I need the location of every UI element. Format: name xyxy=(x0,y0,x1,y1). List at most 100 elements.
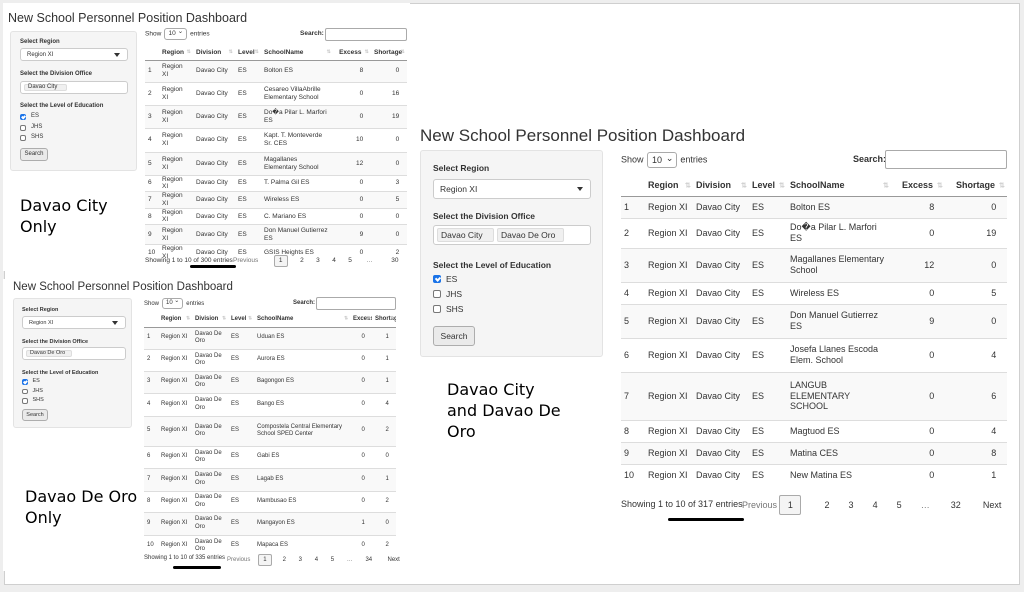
column-header-excess[interactable]: Excess ⇅ xyxy=(350,312,372,328)
page-button[interactable]: 4 xyxy=(873,496,878,516)
column-header-region[interactable]: Region ⇅ xyxy=(159,45,193,61)
level-option-jhs[interactable]: JHS xyxy=(22,388,102,394)
page-length-select[interactable]: 10 ⌄ xyxy=(162,298,184,309)
division-chip[interactable]: Davao De Oro xyxy=(497,228,564,242)
checkbox-shs[interactable] xyxy=(433,305,441,313)
region-select[interactable]: Region XI xyxy=(433,179,591,199)
table-row[interactable]: 2 Region XI Davao De Oro ES Aurora ES 0 1 xyxy=(144,348,396,371)
table-row[interactable]: 4 Region XI Davao City ES Wireless ES 0 5 xyxy=(621,281,1007,304)
page-button[interactable]: 2 xyxy=(824,496,829,516)
next-page-button[interactable]: Next xyxy=(388,555,400,567)
column-header-region[interactable]: Region ⇅ xyxy=(645,174,693,197)
table-row[interactable]: 4 Region XI Davao City ES Kapt. T. Monteverd… xyxy=(145,127,407,152)
table-row[interactable]: 2 Region XI Davao City ES Cesareo VillaAbril… xyxy=(145,81,407,105)
column-header-schoolname[interactable]: SchoolName ⇅ xyxy=(254,312,350,328)
next-page-button[interactable]: Next xyxy=(983,496,1002,516)
search-button[interactable]: Search xyxy=(433,326,475,346)
table-row[interactable]: 9 Region XI Davao City ES Don Manuel Gutierr… xyxy=(145,224,407,245)
checkbox-shs[interactable] xyxy=(20,135,26,141)
table-row[interactable]: 5 Region XI Davao De Oro ES Compostela Centr… xyxy=(144,415,396,446)
table-row[interactable]: 1 Region XI Davao De Oro ES Uduan ES 0 1 xyxy=(144,326,396,349)
page-length-select[interactable]: 10 ⌄ xyxy=(646,152,678,169)
table-row[interactable]: 6 Region XI Davao City ES Josefa Llanes Esco… xyxy=(621,337,1007,372)
page-button[interactable]: 4 xyxy=(332,256,336,268)
division-chip[interactable]: Davao City xyxy=(24,84,67,91)
table-row[interactable]: 1 Region XI Davao City ES Bolton ES 8 0 xyxy=(621,195,1007,218)
checkbox-es[interactable] xyxy=(22,379,28,385)
search-input[interactable] xyxy=(885,150,1007,169)
region-select[interactable]: Region XI xyxy=(20,48,128,61)
checkbox-jhs[interactable] xyxy=(433,290,441,298)
page-length-select[interactable]: 10 ⌄ xyxy=(164,28,188,40)
table-row[interactable]: 9 Region XI Davao City ES Matina CES 0 8 xyxy=(621,441,1007,464)
page-button[interactable]: 34 xyxy=(365,555,372,567)
table-row[interactable]: 8 Region XI Davao De Oro ES Mambusao ES 0 2 xyxy=(144,490,396,512)
table-row[interactable]: 8 Region XI Davao City ES Magtuod ES 0 4 xyxy=(621,419,1007,442)
table-row[interactable]: 3 Region XI Davao City ES Do�a Pilar L. Marf… xyxy=(145,104,407,128)
page-button[interactable]: 1 xyxy=(257,554,272,566)
page-button[interactable]: 1 xyxy=(779,495,802,515)
table-row[interactable]: 5 Region XI Davao City ES Magallanes Element… xyxy=(145,151,407,175)
level-option-es[interactable]: ES xyxy=(433,274,513,284)
page-button[interactable]: 5 xyxy=(348,256,352,268)
page-button[interactable]: 3 xyxy=(849,496,854,516)
search-button[interactable]: Search xyxy=(22,409,48,421)
column-header-division[interactable]: Division ⇅ xyxy=(192,312,228,328)
table-row[interactable]: 10 Region XI Davao City ES New Matina ES 0 1 xyxy=(621,463,1007,486)
table-row[interactable]: 1 Region XI Davao City ES Bolton ES 8 0 xyxy=(145,59,407,82)
previous-page-button[interactable]: Previous xyxy=(227,555,250,567)
page-button[interactable]: 5 xyxy=(897,496,902,516)
table-row[interactable]: 7 Region XI Davao De Oro ES Lagab ES 0 1 xyxy=(144,467,396,491)
page-button[interactable]: 2 xyxy=(283,555,286,567)
table-row[interactable]: 2 Region XI Davao City ES Do�a Pilar L. Marf… xyxy=(621,217,1007,248)
table-row[interactable]: 10 Region XI Davao De Oro ES Mapaca ES 0 2 xyxy=(144,534,396,556)
page-button[interactable]: 3 xyxy=(316,256,320,268)
level-option-shs[interactable]: SHS xyxy=(433,304,513,314)
page-button[interactable]: 2 xyxy=(300,256,304,268)
level-option-shs[interactable]: SHS xyxy=(22,397,102,404)
column-header-shortage[interactable]: Shortage⇅ xyxy=(372,312,396,328)
previous-page-button[interactable]: Previous xyxy=(742,496,777,516)
level-option-es[interactable]: ES xyxy=(22,378,102,385)
checkbox-es[interactable] xyxy=(433,275,441,283)
table-row[interactable]: 3 Region XI Davao De Oro ES Bagongon ES 0 1 xyxy=(144,370,396,393)
table-row[interactable]: 9 Region XI Davao De Oro ES Mangayon ES 1 0 xyxy=(144,511,396,535)
table-row[interactable]: 5 Region XI Davao City ES Don Manuel Gutierr… xyxy=(621,303,1007,338)
level-option-jhs[interactable]: JHS xyxy=(20,124,100,131)
checkbox-es[interactable] xyxy=(20,114,26,120)
checkbox-jhs[interactable] xyxy=(20,124,26,131)
table-row[interactable]: 8 Region XI Davao City ES C. Mariano ES 0 0 xyxy=(145,207,407,225)
column-header-excess[interactable]: Excess ⇅ xyxy=(333,45,371,61)
search-input[interactable] xyxy=(316,297,396,310)
checkbox-jhs[interactable] xyxy=(22,388,28,394)
page-button[interactable]: 32 xyxy=(951,496,961,516)
division-chip[interactable]: Davao De Oro xyxy=(26,350,72,357)
column-header-shortage[interactable]: Shortage⇅ xyxy=(371,45,407,61)
page-button[interactable]: 5 xyxy=(331,555,334,567)
table-row[interactable]: 6 Region XI Davao City ES T. Palma Gil ES 0 3 xyxy=(145,174,407,192)
column-header-schoolname[interactable]: SchoolName ⇅ xyxy=(787,174,891,197)
column-header-region[interactable]: Region ⇅ xyxy=(158,312,192,328)
checkbox-shs[interactable] xyxy=(22,398,28,404)
page-button[interactable]: 4 xyxy=(315,555,318,567)
table-row[interactable]: 7 Region XI Davao City ES LANGUB ELEMENTARY … xyxy=(621,371,1007,420)
level-option-shs[interactable]: SHS xyxy=(20,134,100,141)
table-row[interactable]: 6 Region XI Davao De Oro ES Gabi ES 0 0 xyxy=(144,445,396,468)
table-row[interactable]: 4 Region XI Davao De Oro ES Bango ES 0 4 xyxy=(144,392,396,416)
table-row[interactable]: 3 Region XI Davao City ES Magallanes Element… xyxy=(621,247,1007,282)
column-header-schoolname[interactable]: SchoolName ⇅ xyxy=(261,45,333,61)
region-select[interactable]: Region XI xyxy=(22,316,126,329)
column-header-level[interactable]: Level ⇅ xyxy=(235,45,261,61)
search-input[interactable] xyxy=(325,28,407,41)
division-multiselect[interactable]: Davao City Davao De Oro xyxy=(433,225,591,245)
division-multiselect[interactable]: Davao City xyxy=(20,81,128,94)
column-header-shortage[interactable]: Shortage⇅ xyxy=(945,174,1007,197)
level-option-jhs[interactable]: JHS xyxy=(433,289,513,299)
table-row[interactable]: 7 Region XI Davao City ES Wireless ES 0 5 xyxy=(145,191,407,209)
level-option-es[interactable]: ES xyxy=(20,113,100,120)
column-header-excess[interactable]: Excess ⇅ xyxy=(891,174,945,197)
division-chip[interactable]: Davao City xyxy=(437,228,494,242)
column-header-level[interactable]: Level ⇅ xyxy=(228,312,254,328)
division-multiselect[interactable]: Davao De Oro xyxy=(22,347,126,360)
column-header-division[interactable]: Division ⇅ xyxy=(693,174,749,197)
